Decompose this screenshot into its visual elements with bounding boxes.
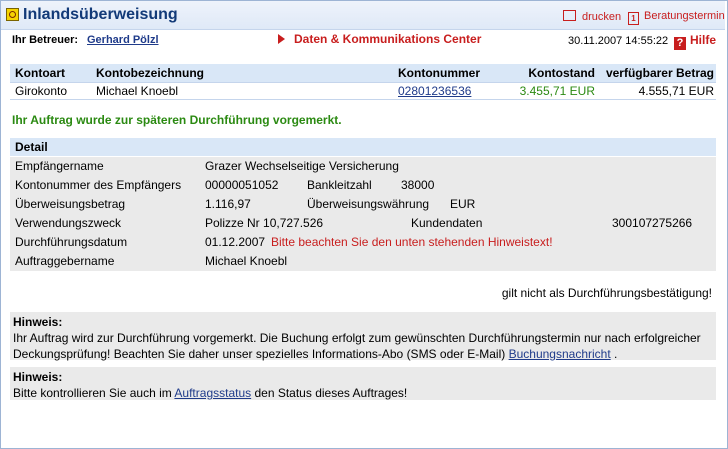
confirmation-message: Ihr Auftrag wurde zur späteren Durchführ…: [12, 113, 342, 127]
customer-data-value: 300107275266: [612, 216, 693, 230]
col-account-name: Kontobezeichnung: [96, 66, 204, 80]
detail-header-row: [10, 138, 716, 156]
detail-heading: Detail: [15, 140, 48, 154]
not-confirmation-note: gilt nicht als Durchführungsbestätigung!: [501, 286, 712, 300]
currency-label: Überweisungswährung: [307, 197, 430, 211]
data-center-link[interactable]: Daten & Kommunikations Center: [278, 32, 481, 46]
account-number-link[interactable]: 02801236536: [398, 84, 471, 98]
recipient-account-label: Kontonummer des Empfängers: [15, 178, 182, 192]
notice-line-with-link: Deckungsprüfung! Beachten Sie daher unse…: [13, 347, 618, 361]
customer-data-label: Kundendaten: [411, 216, 483, 230]
purpose-label: Verwendungszweck: [15, 216, 122, 230]
col-account-type: Kontoart: [15, 66, 65, 80]
execution-date-note: Bitte beachten Sie den unten stehenden H…: [271, 235, 553, 249]
datetime: 30.11.2007 14:55:22: [568, 35, 669, 47]
help-link[interactable]: ? Hilfe: [674, 33, 716, 50]
arrow-right-icon: [278, 34, 285, 44]
notice-heading: Hinweis:: [13, 315, 63, 329]
col-account-number: Kontonummer: [398, 66, 480, 80]
execution-date-label: Durchführungsdatum: [15, 235, 128, 249]
order-status-link[interactable]: Auftragsstatus: [174, 386, 251, 400]
detail-row-orderer: [10, 252, 716, 271]
account-balance: 3.455,71 EUR: [519, 84, 595, 98]
help-icon: ?: [674, 37, 686, 50]
notice-box-status: Hinweis: Bitte kontrollieren Sie auch im…: [10, 367, 716, 400]
table-divider: [10, 82, 716, 83]
bank-code-value: 38000: [401, 178, 435, 192]
currency-value: EUR: [450, 197, 476, 211]
notice-line: Ihr Auftrag wird zur Durchführung vorgem…: [13, 331, 701, 345]
col-available: verfügbarer Betrag: [605, 66, 714, 80]
recipient-account-value: 00000051052: [205, 178, 279, 192]
bank-code-label: Bankleitzahl: [307, 178, 372, 192]
recipient-label: Empfängername: [15, 159, 104, 173]
account-type: Girokonto: [15, 84, 68, 98]
col-balance: Kontostand: [528, 66, 595, 80]
amount-value: 1.116,97: [205, 197, 251, 211]
appointment-link[interactable]: 1 Beratungstermin: [628, 10, 725, 25]
notice-heading: Hinweis:: [13, 370, 63, 384]
calendar-icon: 1: [628, 12, 639, 25]
transfer-icon: [6, 8, 19, 21]
amount-label: Überweisungsbetrag: [15, 197, 126, 211]
notice-box-booking: Hinweis: Ihr Auftrag wird zur Durchführu…: [10, 312, 716, 361]
page-title: Inlandsüberweisung: [23, 6, 178, 23]
table-divider: [10, 99, 716, 100]
recipient-value: Grazer Wechselseitige Versicherung: [205, 159, 399, 173]
advisor-link[interactable]: Gerhard Pölzl: [87, 34, 159, 46]
account-available: 4.555,71 EUR: [638, 84, 714, 98]
orderer-value: Michael Knoebl: [205, 254, 288, 268]
printer-icon: [563, 10, 576, 21]
purpose-value: Polizze Nr 10,727.526: [205, 216, 324, 230]
orderer-label: Auftraggebername: [15, 254, 115, 268]
title-bar: Inlandsüberweisung drucken 1 Beratungster…: [1, 1, 725, 30]
booking-notification-link[interactable]: Buchungsnachricht: [509, 347, 611, 361]
execution-date-value: 01.12.2007: [205, 235, 266, 249]
print-link[interactable]: drucken: [563, 10, 621, 23]
account-name: Michael Knoebl: [96, 84, 179, 98]
notice-line-with-link: Bitte kontrollieren Sie auch im Auftrags…: [13, 386, 408, 400]
advisor-label: Ihr Betreuer:: [12, 34, 79, 46]
